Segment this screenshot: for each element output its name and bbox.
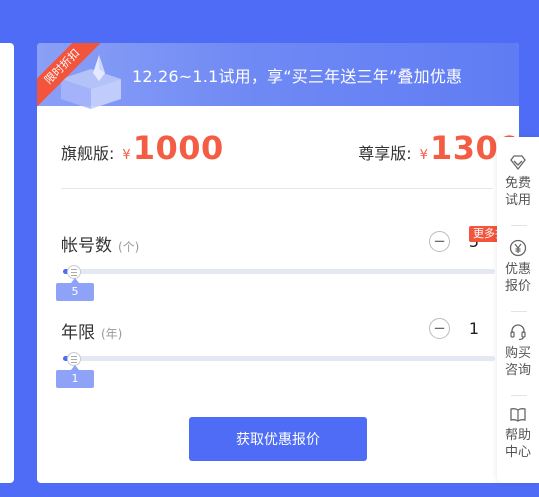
years-value[interactable]: 1 (450, 319, 498, 338)
side-help-center[interactable]: 帮助 中心 (497, 407, 539, 461)
grip-icon (71, 268, 77, 276)
years-label-group: 年限 (年) (61, 318, 122, 343)
accounts-minus-button[interactable]: − (429, 231, 450, 252)
left-card-edge (0, 43, 14, 483)
years-slider-tooltip: 1 (56, 365, 94, 388)
years-unit: (年) (101, 327, 123, 341)
flagship-label: 旗舰版: (61, 144, 115, 163)
side-discount-quote[interactable]: 优惠 报价 (497, 239, 539, 295)
years-label: 年限 (61, 323, 95, 343)
headset-icon (510, 324, 526, 341)
side-divider (511, 395, 527, 396)
get-quote-button[interactable]: 获取优惠报价 (189, 417, 367, 461)
premium-price: 尊享版: ¥ 1300 (358, 129, 519, 167)
accounts-unit: (个) (118, 240, 140, 254)
flagship-currency: ¥ (122, 148, 131, 163)
accounts-label-group: 帐号数 (个) (61, 231, 139, 256)
side-divider (511, 225, 527, 226)
accounts-slider-track[interactable] (63, 269, 495, 274)
years-row: 年限(年) − 1 + 1 (56, 318, 519, 398)
side-divider (511, 311, 527, 312)
premium-currency: ¥ (419, 148, 428, 163)
book-icon (510, 408, 526, 422)
divider (61, 188, 493, 189)
side-toolbar: 免费 试用 优惠 报价 购买 咨询 帮助 中心 (497, 137, 539, 483)
years-slider-track[interactable] (63, 356, 495, 361)
years-slider-thumb[interactable] (67, 352, 81, 366)
promo-text: 12.26~1.1试用，享“买三年送三年”叠加优惠 (132, 67, 463, 86)
side-purchase-consult[interactable]: 购买 咨询 (497, 323, 539, 379)
grip-icon (71, 355, 77, 363)
side-free-trial[interactable]: 免费 试用 (497, 155, 539, 209)
promo-banner: 限时折扣 12.26~1.1试用，享“买三年送三年”叠加优惠 (37, 43, 519, 109)
flagship-price: 旗舰版: ¥ 1000 (61, 129, 224, 167)
price-row: 旗舰版: ¥ 1000 尊享版: ¥ 1300 (61, 129, 519, 169)
flagship-amount: 1000 (132, 129, 224, 167)
years-minus-button[interactable]: − (429, 318, 450, 339)
diamond-icon (510, 155, 526, 171)
premium-label: 尊享版: (358, 144, 412, 163)
accounts-slider-tooltip: 5 (56, 278, 94, 301)
accounts-slider-thumb[interactable] (67, 265, 81, 279)
accounts-label: 帐号数 (61, 236, 112, 256)
accounts-row: 帐号数(个) − 5 + 5 (56, 231, 519, 311)
yen-icon (509, 239, 527, 257)
